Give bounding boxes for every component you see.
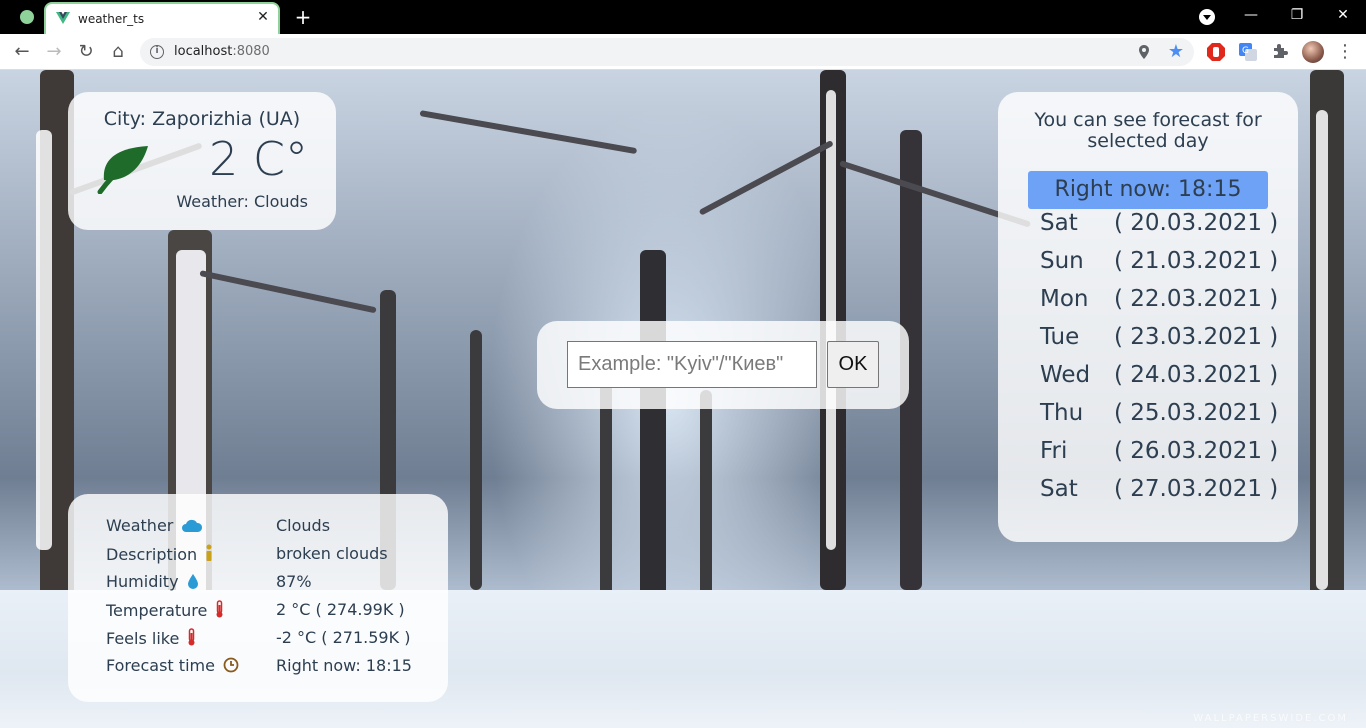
day-date: ( 22.03.2021 ) — [1114, 286, 1279, 312]
thermometer-icon — [216, 600, 223, 618]
city-search-input[interactable] — [567, 341, 817, 388]
day-name: Thu — [1040, 400, 1084, 426]
detail-label: Temperature — [106, 601, 208, 620]
forecast-title-line1: You can see forecast for — [1034, 109, 1262, 131]
address-bar[interactable]: i localhost:8080 ★ — [140, 38, 1194, 66]
day-date: ( 25.03.2021 ) — [1114, 400, 1279, 426]
detail-value: Right now: 18:15 — [276, 656, 412, 675]
forecast-day-item[interactable]: Mon ( 22.03.2021 ) — [1040, 286, 1280, 322]
thermometer-icon — [188, 628, 195, 646]
close-tab-icon[interactable]: ✕ — [254, 8, 272, 26]
site-info-icon[interactable]: i — [150, 45, 164, 59]
adblock-extension-icon[interactable] — [1206, 42, 1226, 62]
city-search-card: OK — [537, 321, 909, 409]
wallpaper-watermark: WALLPAPERSWIDE.COM — [1193, 713, 1348, 724]
weather-condition: Weather: Clouds — [176, 192, 308, 211]
detail-row-description: Description broken clouds — [106, 544, 426, 572]
svg-text:G: G — [1242, 46, 1249, 56]
day-name: Sat — [1040, 210, 1078, 236]
cloud-icon — [182, 519, 203, 532]
detail-label: Description — [106, 545, 198, 564]
day-date: ( 21.03.2021 ) — [1114, 248, 1279, 274]
browser-tab[interactable]: weather_ts ✕ — [44, 2, 280, 34]
day-name: Tue — [1040, 324, 1080, 350]
forecast-day-item[interactable]: Thu ( 25.03.2021 ) — [1040, 400, 1280, 436]
browser-menu-icon[interactable]: ⋮ — [1336, 40, 1354, 64]
detail-value: Clouds — [276, 516, 331, 535]
reload-icon[interactable]: ↻ — [74, 40, 98, 64]
home-icon[interactable]: ⌂ — [106, 40, 130, 64]
detail-value: broken clouds — [276, 544, 388, 563]
day-name: Wed — [1040, 362, 1091, 388]
weather-app-page: WALLPAPERSWIDE.COM City: Zaporizhia (UA)… — [0, 70, 1366, 728]
forecast-title-line2: selected day — [1087, 130, 1209, 152]
forecast-day-item[interactable]: Sun ( 21.03.2021 ) — [1040, 248, 1280, 284]
detail-row-feels-like: Feels like -2 °C ( 271.59K ) — [106, 628, 426, 656]
day-name: Mon — [1040, 286, 1089, 312]
day-date: ( 20.03.2021 ) — [1114, 210, 1279, 236]
detail-row-temperature: Temperature 2 °C ( 274.99K ) — [106, 600, 426, 628]
tab-title: weather_ts — [78, 12, 145, 26]
ok-button[interactable]: OK — [827, 341, 879, 388]
day-date: ( 24.03.2021 ) — [1114, 362, 1279, 388]
close-window-icon[interactable]: ✕ — [1328, 4, 1358, 26]
detail-value: -2 °C ( 271.59K ) — [276, 628, 411, 647]
restore-icon[interactable]: ❐ — [1282, 4, 1312, 26]
detail-row-forecast-time: Forecast time Right now: 18:15 — [106, 656, 426, 684]
day-date: ( 26.03.2021 ) — [1114, 438, 1279, 464]
detail-label: Feels like — [106, 629, 180, 648]
vue-logo-icon — [56, 12, 70, 24]
minimize-icon[interactable]: — — [1236, 4, 1266, 26]
url-text[interactable]: localhost:8080 — [174, 44, 270, 59]
location-icon[interactable] — [1138, 45, 1150, 59]
forecast-day-item[interactable]: Wed ( 24.03.2021 ) — [1040, 362, 1280, 398]
detail-value: 87% — [276, 572, 312, 591]
info-icon — [206, 544, 212, 561]
detail-value: 2 °C ( 274.99K ) — [276, 600, 405, 619]
day-name: Fri — [1040, 438, 1068, 464]
detail-label: Weather — [106, 516, 174, 535]
right-now-button[interactable]: Right now: 18:15 — [1028, 171, 1268, 209]
forecast-day-item[interactable]: Fri ( 26.03.2021 ) — [1040, 438, 1280, 474]
detail-row-humidity: Humidity 87% — [106, 572, 426, 600]
day-name: Sun — [1040, 248, 1084, 274]
bookmark-star-icon[interactable]: ★ — [1168, 41, 1184, 62]
city-title: City: Zaporizhia (UA) — [103, 108, 301, 130]
weather-details-card: Weather Clouds Description broken clouds… — [68, 494, 448, 702]
forecast-day-item[interactable]: Sat ( 20.03.2021 ) — [1040, 210, 1280, 246]
day-name: Sat — [1040, 476, 1078, 502]
tab-search-icon[interactable] — [1199, 9, 1215, 25]
day-date: ( 27.03.2021 ) — [1114, 476, 1279, 502]
tab-strip: weather_ts ✕ + — ❐ ✕ — [0, 0, 1366, 34]
forecast-title: You can see forecast for selected day — [998, 110, 1298, 152]
forecast-day-item[interactable]: Tue ( 23.03.2021 ) — [1040, 324, 1280, 360]
detail-label: Forecast time — [106, 656, 215, 675]
translate-extension-icon[interactable]: G — [1238, 42, 1258, 62]
leaf-icon — [97, 146, 148, 194]
url-host: localhost — [174, 44, 233, 59]
forecast-selector-card: You can see forecast for selected day Ri… — [998, 92, 1298, 542]
current-temperature: 2 C° — [208, 132, 308, 186]
url-port: :8080 — [232, 44, 270, 59]
clock-icon — [223, 657, 239, 673]
detail-label: Humidity — [106, 572, 179, 591]
extensions-puzzle-icon[interactable] — [1270, 42, 1290, 62]
droplet-icon — [187, 574, 198, 589]
profile-avatar[interactable] — [1302, 41, 1324, 63]
browser-toolbar: ← → ↻ ⌂ i localhost:8080 ★ G ⋮ — [0, 34, 1366, 70]
forward-icon[interactable]: → — [42, 40, 66, 64]
new-tab-icon[interactable]: + — [292, 6, 314, 28]
back-icon[interactable]: ← — [10, 40, 34, 64]
forecast-day-item[interactable]: Sat ( 27.03.2021 ) — [1040, 476, 1280, 512]
city-summary-card: City: Zaporizhia (UA) 2 C° Weather: Clou… — [68, 92, 336, 230]
day-date: ( 23.03.2021 ) — [1114, 324, 1279, 350]
detail-row-weather: Weather Clouds — [106, 516, 426, 544]
tab-group-icon[interactable] — [20, 10, 34, 24]
